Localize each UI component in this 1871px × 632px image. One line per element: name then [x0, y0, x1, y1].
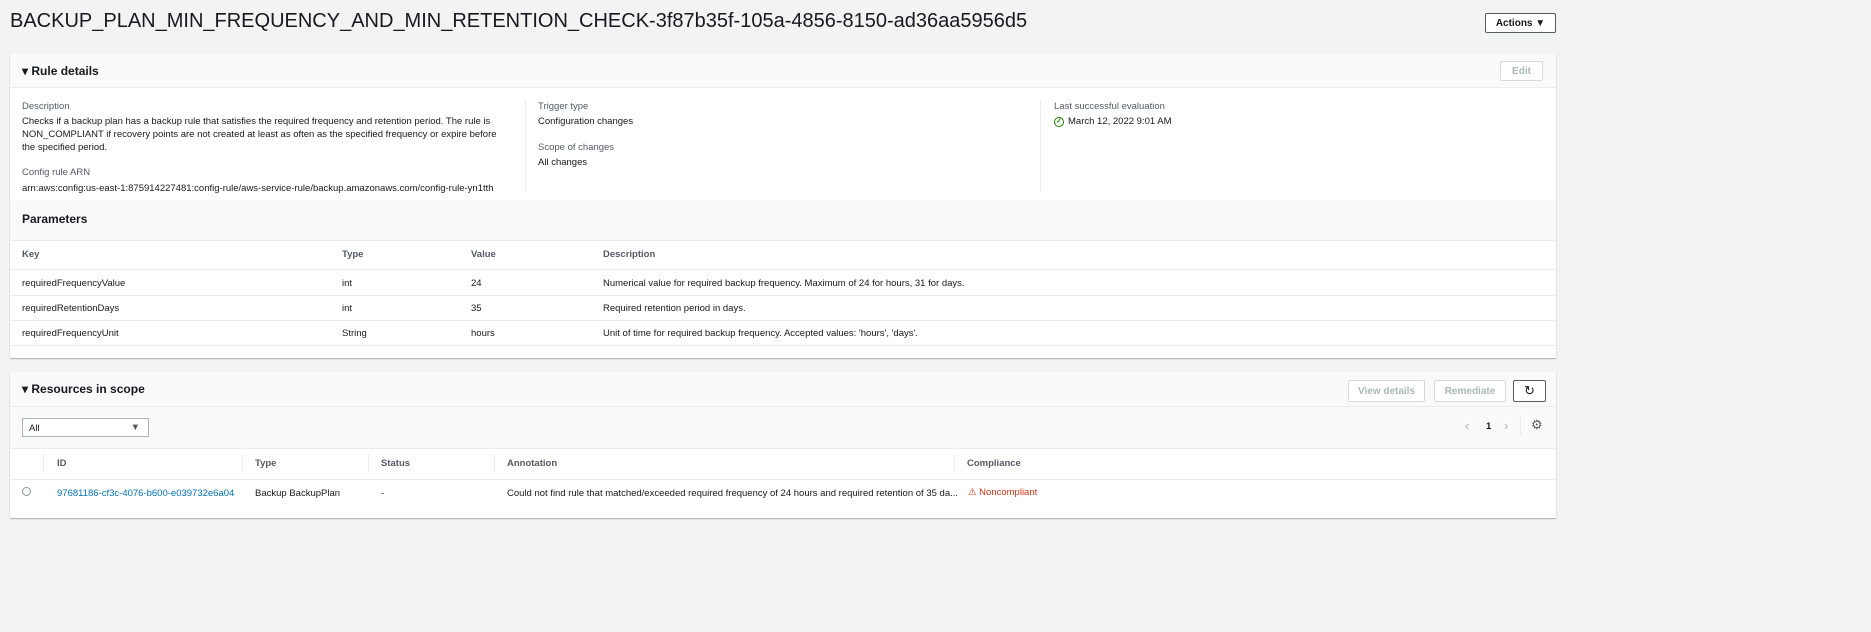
table-cell: Unit of time for required backup frequen… [603, 328, 918, 339]
column-header: Description [603, 249, 656, 260]
column-divider [368, 454, 369, 472]
divider [10, 479, 1556, 480]
scope-value: All changes [538, 157, 588, 168]
scope-label: Scope of changes [538, 142, 615, 153]
row-radio[interactable] [22, 487, 31, 496]
check-circle-icon: ✓ [1054, 116, 1064, 127]
view-details-button[interactable]: View details [1348, 380, 1425, 402]
parameters-header-bar: Parameters [10, 200, 1556, 240]
warning-icon: ⚠ [968, 487, 977, 498]
filter-value: All [29, 423, 40, 434]
divider [525, 100, 526, 192]
compliance-value: Noncompliant [979, 487, 1038, 498]
divider [10, 269, 1556, 270]
divider [10, 448, 1556, 449]
table-cell: requiredFrequencyValue [22, 278, 126, 289]
page-title: BACKUP_PLAN_MIN_FREQUENCY_AND_MIN_RETENT… [10, 10, 1028, 32]
table-cell: - [381, 488, 385, 499]
column-header: Compliance [967, 458, 1021, 469]
divider [10, 345, 1556, 346]
refresh-icon: ↻ [1524, 383, 1535, 398]
refresh-button[interactable]: ↻ [1513, 380, 1546, 402]
next-page-icon[interactable]: › [1504, 418, 1508, 433]
actions-button[interactable]: Actions ▼ [1485, 13, 1556, 33]
caret-down-icon: ▼ [130, 422, 140, 433]
rule-details-title: Rule details [31, 64, 99, 78]
divider [1040, 100, 1041, 192]
column-header: Type [342, 249, 364, 260]
column-header: Status [381, 458, 411, 469]
arn-label: Config rule ARN [22, 167, 91, 178]
table-cell: Numerical value for required backup freq… [603, 278, 965, 289]
last-eval: ✓ March 12, 2022 9:01 AM [1054, 115, 1172, 128]
divider [10, 320, 1556, 321]
column-divider [954, 454, 955, 472]
column-divider [242, 454, 243, 472]
column-divider [43, 454, 44, 472]
column-divider [494, 454, 495, 472]
last-eval-label: Last successful evaluation [1054, 101, 1165, 112]
column-header: Value [471, 249, 496, 260]
table-cell: hours [471, 328, 495, 339]
table-cell: 24 [471, 278, 482, 289]
table-cell: Backup BackupPlan [255, 488, 341, 499]
resources-header[interactable]: ▾ Resources in scope [22, 382, 145, 396]
resources-panel: ▾ Resources in scope View details Remedi… [10, 372, 1556, 518]
trigger-value: Configuration changes [538, 116, 634, 127]
trigger-label: Trigger type [538, 101, 589, 112]
resource-id-link[interactable]: 97681186-cf3c-4076-b600-e039732e6a04 [57, 488, 234, 499]
table-cell: requiredFrequencyUnit [22, 328, 119, 339]
column-header: Key [22, 249, 40, 260]
arn-value: arn:aws:config:us-east-1:875914227481:co… [22, 183, 494, 194]
settings-gear-icon[interactable]: ⚙ [1531, 417, 1543, 433]
description-text: Checks if a backup plan has a backup rul… [22, 116, 497, 153]
table-cell: Required retention period in days. [603, 303, 746, 314]
column-header: ID [57, 458, 67, 469]
description-label: Description [22, 101, 70, 112]
filter-bar: All ▼ ‹ 1 › ⚙ [10, 406, 1556, 448]
remediate-button[interactable]: Remediate [1434, 380, 1506, 402]
divider [10, 295, 1556, 296]
filter-select[interactable]: All ▼ [22, 418, 149, 437]
table-cell: String [342, 328, 367, 339]
table-cell: 35 [471, 303, 482, 314]
resources-title: Resources in scope [31, 382, 145, 396]
rule-details-header[interactable]: ▾ Rule details [22, 64, 99, 78]
table-cell: int [342, 278, 353, 289]
rule-details-panel: ▾ Rule details Edit Description Checks i… [10, 54, 1556, 358]
table-cell: requiredRetentionDays [22, 303, 120, 314]
last-eval-value: March 12, 2022 9:01 AM [1068, 116, 1172, 127]
divider [1520, 415, 1521, 437]
column-header: Type [255, 458, 277, 469]
prev-page-icon[interactable]: ‹ [1465, 418, 1469, 433]
table-cell: Could not find rule that matched/exceede… [507, 488, 959, 499]
table-cell: int [342, 303, 353, 314]
divider [10, 240, 1556, 241]
page-number[interactable]: 1 [1486, 421, 1491, 432]
parameters-title: Parameters [22, 212, 88, 226]
compliance-status: ⚠ Noncompliant [968, 487, 1037, 498]
edit-button[interactable]: Edit [1500, 61, 1543, 81]
column-header: Annotation [507, 458, 558, 469]
